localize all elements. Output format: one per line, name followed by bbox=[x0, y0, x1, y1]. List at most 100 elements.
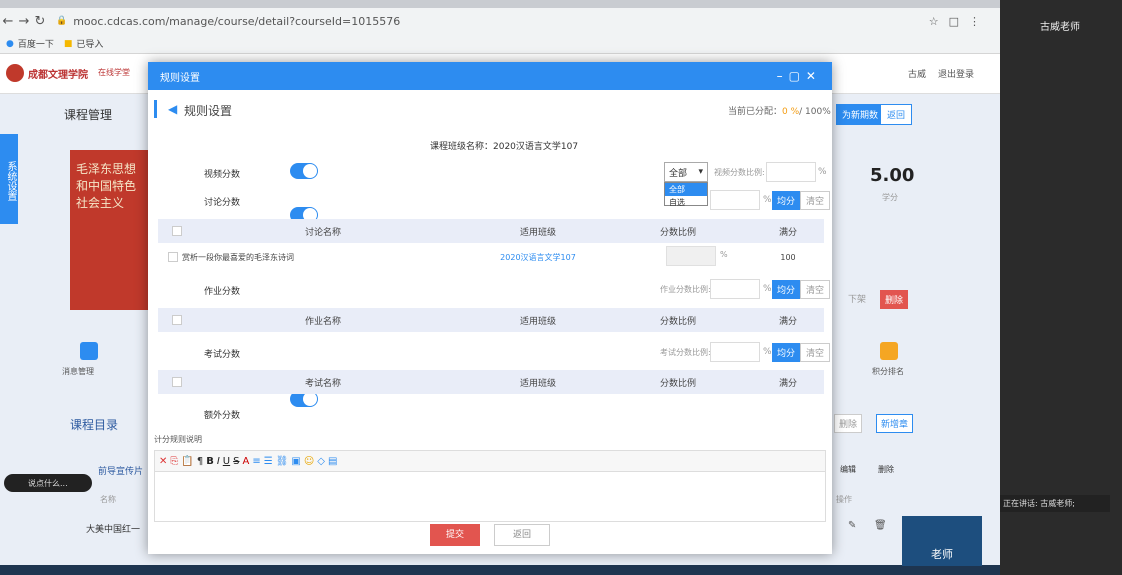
bold-icon[interactable]: B bbox=[206, 456, 214, 467]
op-column-header: 操作 bbox=[836, 495, 852, 504]
col-exam-ratio: 分数比例 bbox=[659, 378, 696, 389]
edit-row-icon[interactable]: ✎ bbox=[848, 520, 856, 531]
homework-ratio-label: 作业分数比例: bbox=[660, 285, 711, 294]
discussion-table-header: 讨论名称 适用班级 分数比例 满分 bbox=[158, 219, 824, 243]
video-score-toggle[interactable] bbox=[290, 163, 318, 179]
source-icon[interactable]: ◇ bbox=[317, 456, 325, 467]
baidu-icon: ● bbox=[6, 38, 14, 49]
extra-score-label: 额外分数 bbox=[204, 411, 241, 421]
italic-icon[interactable]: I bbox=[217, 456, 220, 467]
homework-ratio-input[interactable] bbox=[710, 279, 760, 299]
chapter-row-name[interactable]: 大美中国红一 bbox=[86, 522, 140, 535]
format-icon[interactable]: ¶ bbox=[197, 456, 203, 467]
delete-chapter-button[interactable]: 删除 bbox=[834, 414, 863, 433]
logout-link[interactable]: 退出登录 bbox=[938, 67, 974, 80]
teacher-name: 古威老师 bbox=[1040, 22, 1080, 33]
discussion-clear-button[interactable]: 清空 bbox=[800, 191, 831, 210]
credit-label: 学分 bbox=[882, 193, 898, 202]
strike-icon[interactable]: S bbox=[233, 456, 239, 467]
browser-tab-strip[interactable] bbox=[0, 0, 1000, 8]
col-homework-ratio: 分数比例 bbox=[659, 316, 696, 327]
video-panel: 古威老师 正在讲话: 古威老师; 老师 bbox=[902, 0, 1122, 575]
window-controls-icon[interactable]: –▢✕ bbox=[777, 69, 822, 83]
url-field[interactable]: mooc.cdcas.com/manage/course/detail?cour… bbox=[73, 15, 400, 28]
catalog-tab[interactable]: 课程目录 bbox=[70, 416, 118, 433]
homework-select-all-checkbox[interactable] bbox=[172, 315, 182, 325]
chat-input[interactable]: 说点什么... bbox=[4, 474, 92, 492]
reload-icon[interactable]: ↻ bbox=[32, 14, 48, 29]
video-ratio-input[interactable] bbox=[766, 162, 816, 182]
allocated-value: 0 % bbox=[782, 107, 800, 117]
exam-unit: % bbox=[763, 347, 772, 357]
exam-select-all-checkbox[interactable] bbox=[172, 377, 182, 387]
trash-row-icon[interactable]: 🗑 bbox=[874, 520, 887, 531]
option-custom[interactable]: 自选 bbox=[665, 196, 707, 209]
exam-ratio-label: 考试分数比例: bbox=[660, 348, 711, 357]
underline-icon[interactable]: U bbox=[223, 456, 230, 467]
exam-ratio-input[interactable] bbox=[710, 342, 760, 362]
discussion-row: 赏析一段你最喜爱的毛泽东诗词 2020汉语言文学107 % 100 bbox=[158, 246, 824, 268]
video-scope-value: 全部 bbox=[669, 168, 688, 179]
school-logo-sub: 在线学堂 bbox=[98, 68, 130, 77]
list-icon[interactable]: ☰ bbox=[264, 456, 273, 467]
intro-section-title[interactable]: 前导宣传片 bbox=[98, 464, 143, 477]
discussion-unit: % bbox=[763, 195, 772, 205]
font-color-icon[interactable]: A bbox=[242, 456, 249, 467]
heading-accent-bar bbox=[154, 100, 157, 118]
link-icon[interactable]: ⛓ bbox=[276, 456, 289, 467]
message-icon[interactable] bbox=[80, 342, 98, 360]
credit-score: 5.00 bbox=[870, 165, 915, 186]
back-icon[interactable]: ← bbox=[0, 14, 16, 29]
delete-course-button[interactable]: 删除 bbox=[880, 290, 909, 309]
copy-icon[interactable]: ⎘ bbox=[170, 456, 178, 467]
homework-unit: % bbox=[763, 284, 772, 294]
forward-icon[interactable]: → bbox=[16, 14, 32, 29]
exam-average-button[interactable]: 均分 bbox=[772, 343, 801, 362]
discussion-class[interactable]: 2020汉语言文学107 bbox=[478, 252, 598, 263]
col-exam-full: 满分 bbox=[778, 378, 797, 389]
dialog-title: 规则设置 bbox=[160, 72, 200, 84]
offline-button[interactable]: 下架 bbox=[848, 292, 866, 305]
rank-icon[interactable] bbox=[880, 342, 898, 360]
homework-average-button[interactable]: 均分 bbox=[772, 280, 801, 299]
return-button[interactable]: 返回 bbox=[494, 524, 550, 546]
rule-description-label: 计分规则说明 bbox=[154, 435, 202, 444]
discussion-select-all-checkbox[interactable] bbox=[172, 226, 182, 236]
align-icon[interactable]: ≡ bbox=[252, 456, 260, 467]
back-page-button[interactable]: 返回 bbox=[880, 104, 913, 125]
discussion-ratio-input[interactable] bbox=[710, 190, 760, 210]
browser-actions-icon[interactable]: ☆□⋮ bbox=[929, 15, 990, 28]
exam-clear-button[interactable]: 清空 bbox=[800, 343, 831, 362]
allocation-status: 当前已分配：0 %/ 100% bbox=[728, 104, 831, 117]
edit-link[interactable]: 编辑 bbox=[840, 464, 856, 475]
discussion-row-unit: % bbox=[720, 250, 728, 259]
discussion-average-button[interactable]: 均分 bbox=[772, 191, 801, 210]
new-chapter-button[interactable]: 新增章 bbox=[876, 414, 914, 433]
paste-icon[interactable]: 📋 bbox=[181, 456, 193, 467]
discussion-ratio-field[interactable] bbox=[666, 246, 716, 266]
option-all[interactable]: 全部 bbox=[665, 183, 707, 196]
delete-link[interactable]: 删除 bbox=[878, 464, 894, 475]
side-settings-tab[interactable]: 系统设置 bbox=[0, 134, 18, 224]
col-full-score: 满分 bbox=[778, 227, 797, 238]
back-arrow-icon[interactable]: ◀ bbox=[168, 102, 177, 116]
submit-button[interactable]: 提交 bbox=[430, 524, 480, 546]
emoji-icon[interactable]: ☺ bbox=[304, 456, 314, 467]
rule-description-editor[interactable] bbox=[154, 472, 826, 522]
col-homework-name: 作业名称 bbox=[304, 316, 341, 327]
image-icon[interactable]: ▣ bbox=[291, 456, 300, 467]
new-term-button[interactable]: 为新期数 bbox=[836, 104, 885, 125]
homework-clear-button[interactable]: 清空 bbox=[800, 280, 831, 299]
exam-score-label: 考试分数 bbox=[204, 350, 241, 360]
bookmark-imported[interactable]: 已导入 bbox=[76, 37, 103, 50]
bookmarks-bar: ● 百度一下 ■ 已导入 bbox=[0, 34, 1000, 54]
name-column-header: 名称 bbox=[100, 495, 116, 504]
cut-icon[interactable]: ✕ bbox=[159, 456, 167, 467]
bookmark-baidu[interactable]: 百度一下 bbox=[18, 37, 54, 50]
discussion-row-checkbox[interactable] bbox=[168, 252, 178, 262]
preview-icon[interactable]: ▤ bbox=[328, 456, 337, 467]
col-homework-full: 满分 bbox=[778, 316, 797, 327]
video-scope-select[interactable]: 全部 ▾ bbox=[664, 162, 708, 182]
editor-toolbar: ✕ ⎘ 📋 ¶ B I U S A ≡ ☰ ⛓ ▣ ☺ ◇ ▤ bbox=[154, 450, 826, 472]
user-name[interactable]: 古威 bbox=[908, 67, 926, 80]
